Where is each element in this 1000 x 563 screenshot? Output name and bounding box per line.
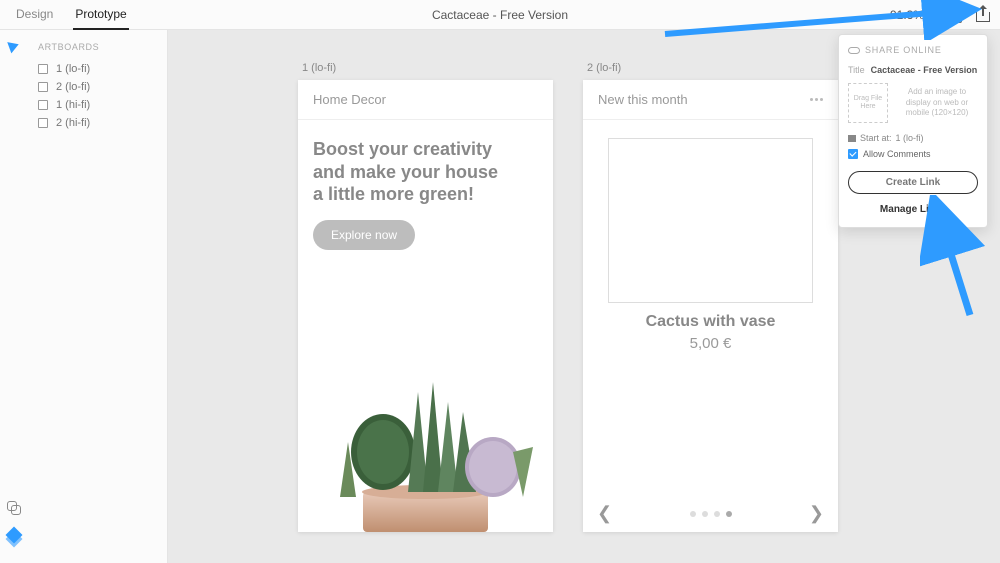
popover-start-value: 1 (lo-fi) bbox=[896, 133, 924, 143]
artboard-icon bbox=[38, 118, 48, 128]
document-title: Cactaceae - Free Version bbox=[432, 8, 568, 22]
mode-tabs: Design Prototype bbox=[10, 0, 129, 30]
popover-start-label: Start at: bbox=[860, 133, 892, 143]
popover-title-row: Title Cactaceae - Free Version bbox=[848, 65, 978, 75]
sidebar-item-1-lofi[interactable]: 1 (lo-fi) bbox=[38, 60, 157, 78]
top-bar: Design Prototype Cactaceae - Free Versio… bbox=[0, 0, 1000, 30]
more-icon bbox=[810, 98, 823, 101]
artboard-panel: Artboards 1 (lo-fi) 2 (lo-fi) 1 (hi-fi) … bbox=[28, 30, 168, 563]
share-popover: Share Online Title Cactaceae - Free Vers… bbox=[838, 34, 988, 228]
eye-icon bbox=[848, 47, 860, 54]
hero-line: a little more green! bbox=[313, 183, 538, 206]
share-icon[interactable] bbox=[976, 8, 990, 22]
popover-header: Share Online bbox=[848, 45, 978, 55]
artboard-icon bbox=[38, 100, 48, 110]
product-price: 5,00 € bbox=[583, 335, 838, 352]
tab-prototype[interactable]: Prototype bbox=[73, 0, 128, 30]
pager-dot bbox=[702, 511, 708, 517]
artboard-icon bbox=[38, 82, 48, 92]
explore-button: Explore now bbox=[313, 220, 415, 250]
artboard-1-header: Home Decor bbox=[298, 80, 553, 120]
allow-comments-row[interactable]: Allow Comments bbox=[848, 149, 978, 159]
artboard-1-wrap: 1 (lo-fi) Home Decor Boost your creativi… bbox=[298, 62, 553, 563]
artboard-1[interactable]: Home Decor Boost your creativity and mak… bbox=[298, 80, 553, 532]
select-tool-icon[interactable] bbox=[7, 39, 21, 54]
image-dropzone[interactable]: Drag File Here bbox=[848, 83, 888, 123]
checkbox-checked-icon[interactable] bbox=[848, 149, 858, 159]
sidebar-item-1-hifi[interactable]: 1 (hi-fi) bbox=[38, 96, 157, 114]
plant-illustration bbox=[298, 352, 553, 532]
artboard-2[interactable]: New this month Cactus with vase 5,00 € ❮… bbox=[583, 80, 838, 532]
sidebar-item-label: 2 (lo-fi) bbox=[56, 81, 90, 93]
artboard-2-header: New this month bbox=[598, 92, 688, 107]
product-name: Cactus with vase bbox=[583, 313, 838, 331]
artboard-panel-header: Artboards bbox=[38, 42, 157, 52]
sidebar-item-2-hifi[interactable]: 2 (hi-fi) bbox=[38, 114, 157, 132]
hero-line: and make your house bbox=[313, 161, 538, 184]
image-dropzone-desc: Add an image to display on web or mobile… bbox=[896, 87, 978, 118]
zoom-value: 91.3% bbox=[890, 8, 924, 22]
pager-prev-icon: ❮ bbox=[597, 503, 612, 524]
hero-section: Boost your creativity and make your hous… bbox=[298, 120, 553, 258]
allow-comments-label: Allow Comments bbox=[863, 149, 931, 159]
pager-dot bbox=[690, 511, 696, 517]
artboard-1-label[interactable]: 1 (lo-fi) bbox=[298, 62, 553, 74]
pager: ❮ ❯ bbox=[583, 503, 838, 524]
sidebar-item-2-lofi[interactable]: 2 (lo-fi) bbox=[38, 78, 157, 96]
manage-links-button[interactable]: Manage Links bbox=[848, 204, 978, 215]
pager-dot bbox=[714, 511, 720, 517]
device-preview-icon[interactable] bbox=[950, 7, 962, 23]
popover-start-row[interactable]: Start at: 1 (lo-fi) bbox=[848, 133, 978, 143]
pager-dot bbox=[726, 511, 732, 517]
pager-next-icon: ❯ bbox=[809, 503, 824, 524]
popover-header-label: Share Online bbox=[865, 45, 942, 55]
create-link-button[interactable]: Create Link bbox=[848, 171, 978, 194]
home-icon bbox=[848, 135, 856, 142]
artboard-icon bbox=[38, 64, 48, 74]
popover-title-value: Cactaceae - Free Version bbox=[871, 65, 978, 75]
chevron-down-icon bbox=[928, 12, 936, 17]
tab-design[interactable]: Design bbox=[14, 0, 55, 30]
hero-text: Boost your creativity and make your hous… bbox=[313, 138, 538, 206]
artboard-2-label[interactable]: 2 (lo-fi) bbox=[583, 62, 838, 74]
layers-icon[interactable] bbox=[7, 529, 21, 543]
sidebar-item-label: 1 (lo-fi) bbox=[56, 63, 90, 75]
zoom-control[interactable]: 91.3% bbox=[890, 8, 936, 22]
pager-dots bbox=[690, 511, 732, 517]
sidebar-item-label: 2 (hi-fi) bbox=[56, 117, 90, 129]
tool-strip bbox=[0, 30, 28, 563]
assets-icon[interactable] bbox=[7, 501, 21, 515]
artboard-2-header-row: New this month bbox=[583, 80, 838, 120]
product-image-placeholder bbox=[608, 138, 813, 303]
popover-image-row: Drag File Here Add an image to display o… bbox=[848, 83, 978, 123]
artboard-2-wrap: 2 (lo-fi) New this month Cactus with vas… bbox=[583, 62, 838, 563]
sidebar-item-label: 1 (hi-fi) bbox=[56, 99, 90, 111]
popover-title-label: Title bbox=[848, 65, 865, 75]
hero-line: Boost your creativity bbox=[313, 138, 538, 161]
